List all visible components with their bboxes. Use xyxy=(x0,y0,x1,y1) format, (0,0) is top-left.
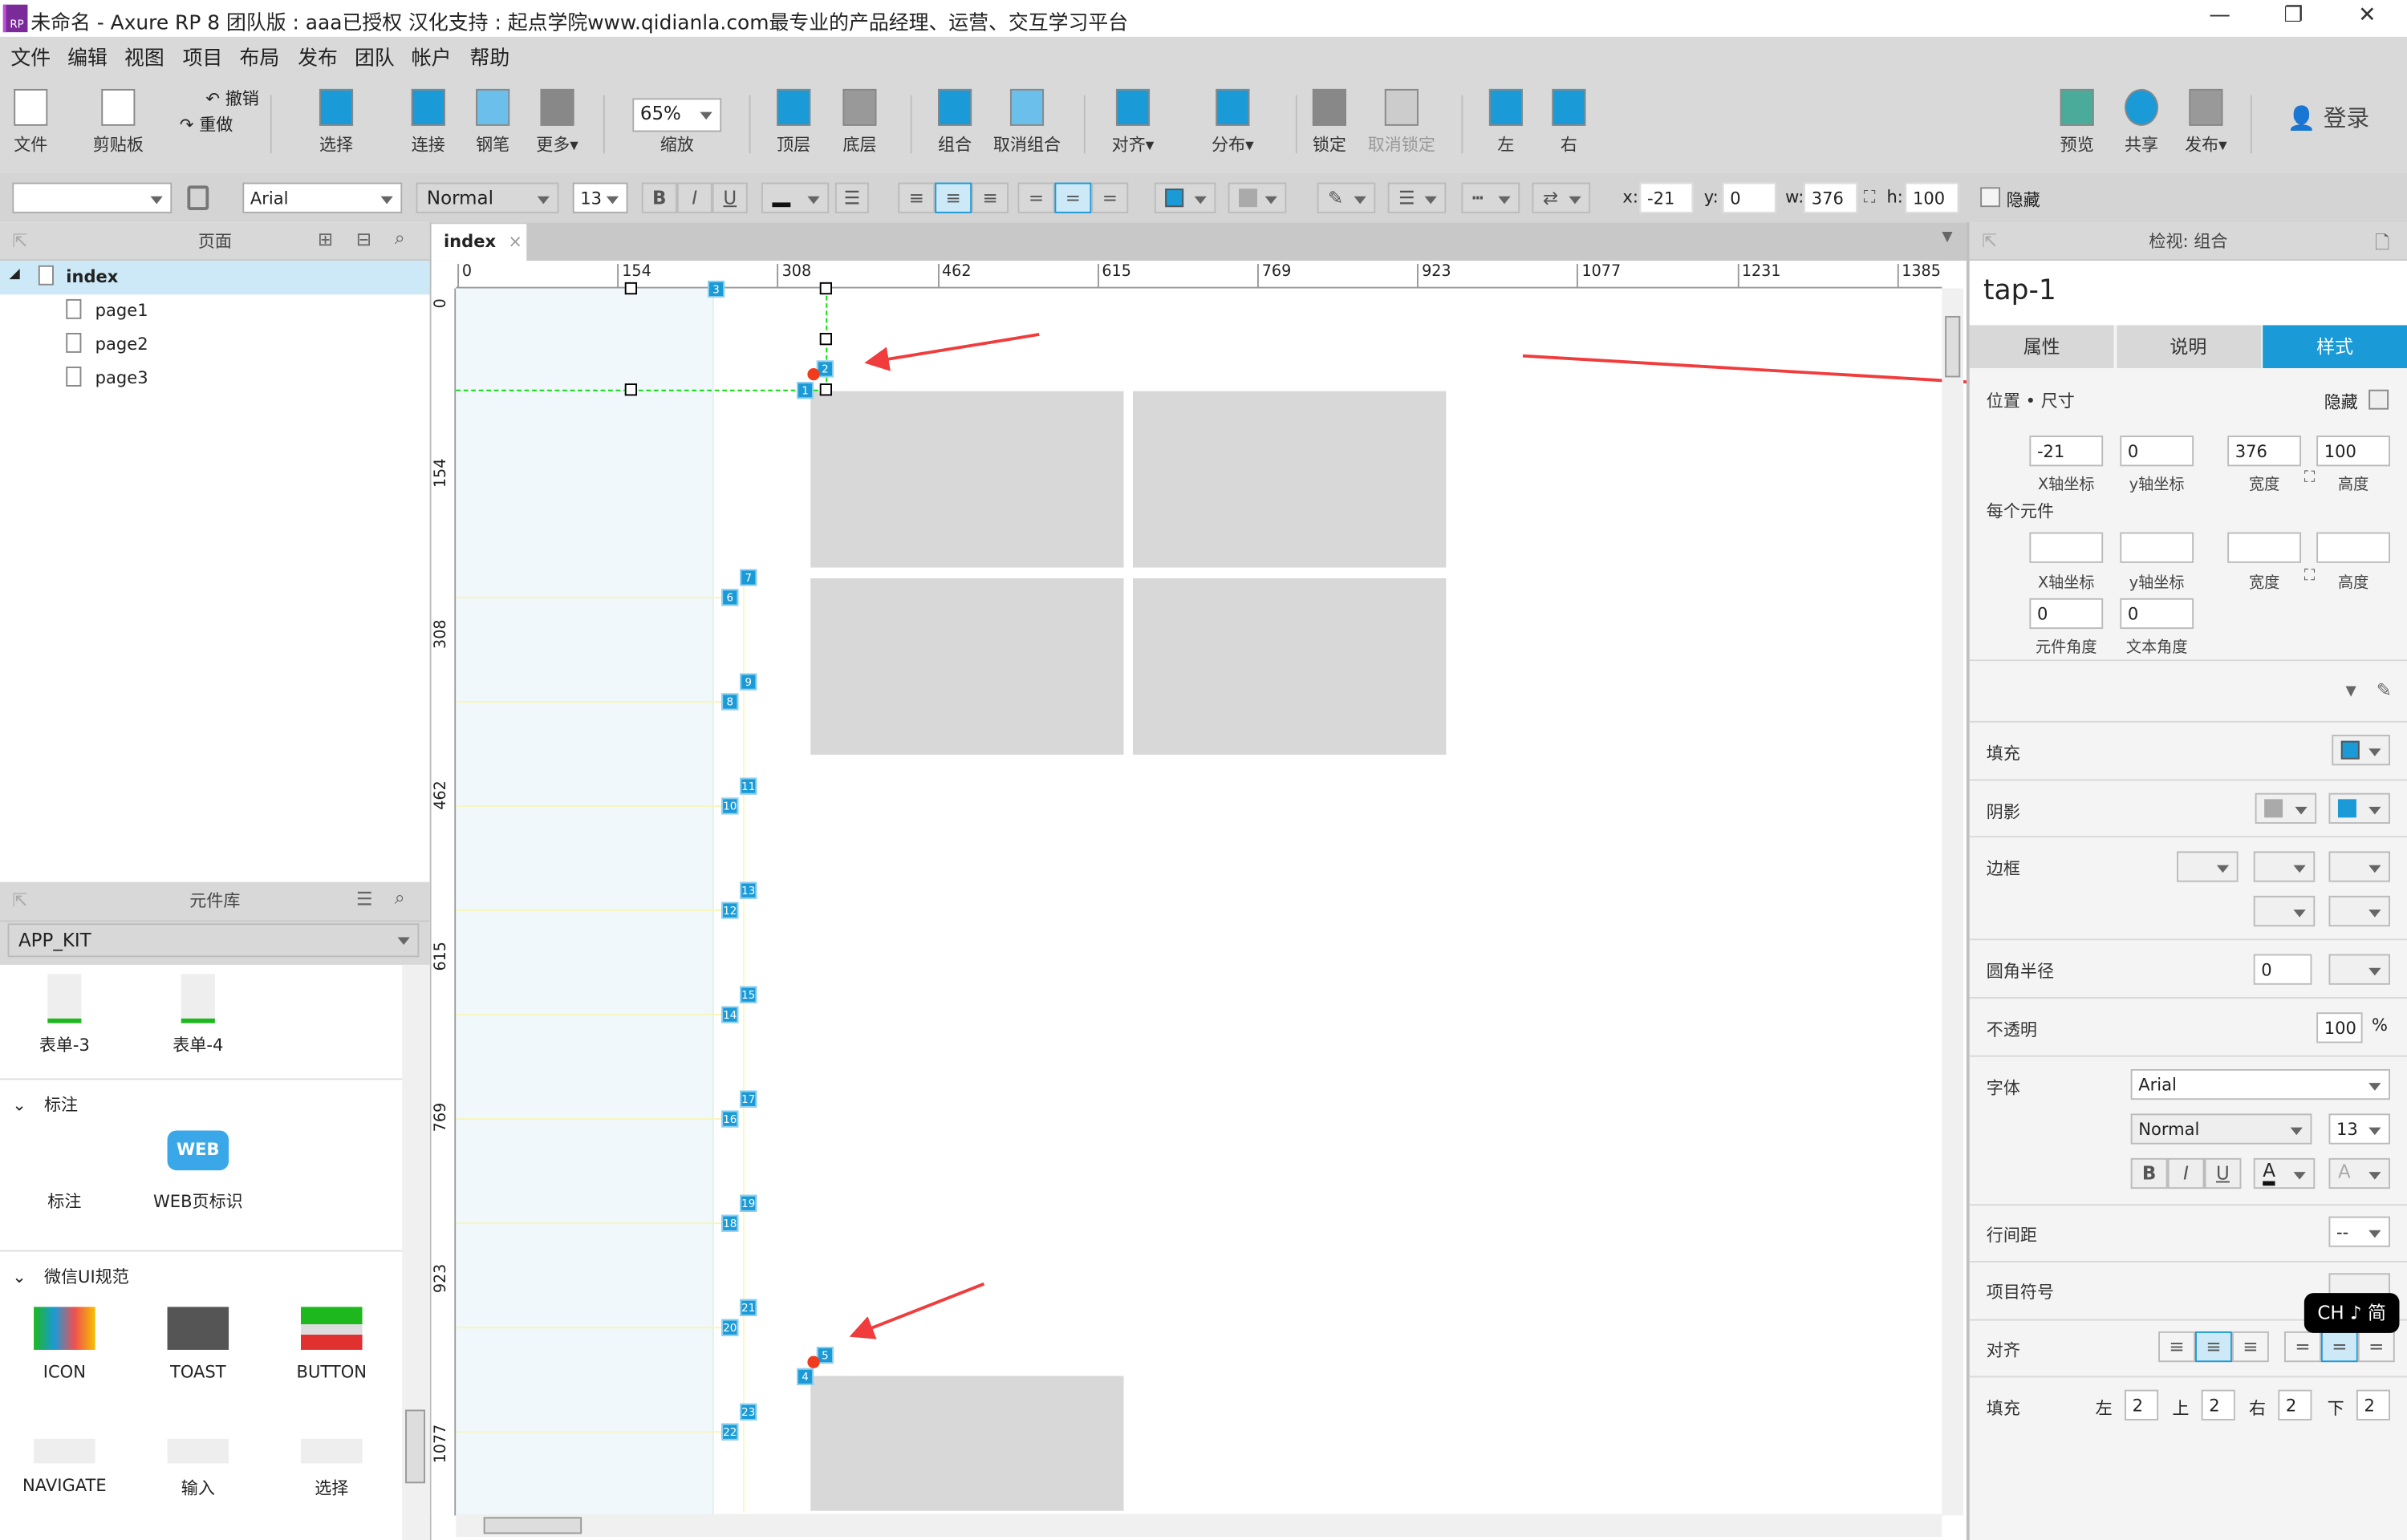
scrollbar-thumb[interactable] xyxy=(483,1517,582,1534)
height-label: 高度 xyxy=(2337,575,2369,593)
font-family-select[interactable]: Arial xyxy=(2130,1068,2391,1100)
bullets-label: 项目符号 xyxy=(1986,1282,2054,1303)
fill-color-swatch xyxy=(2340,740,2360,760)
aspect-lock-icon[interactable]: ⛶ xyxy=(2304,469,2315,486)
tab-1[interactable]: 说明 xyxy=(2116,325,2261,368)
width-input[interactable]: 376 xyxy=(2227,436,2302,467)
text-rotation-label: 文本角度 xyxy=(2125,639,2188,657)
font-label: 字体 xyxy=(1986,1078,2020,1099)
text-shadow-icon: A xyxy=(2337,1161,2351,1183)
border-visibility-button[interactable] xyxy=(2253,895,2316,927)
pad_top-label: 上 xyxy=(2172,1399,2190,1419)
text-align-button[interactable]: ≡ xyxy=(2158,1331,2196,1363)
y-input[interactable]: 0 xyxy=(2120,436,2194,467)
hidden-label: 隐藏 xyxy=(2324,392,2358,413)
width-label: 宽度 xyxy=(2248,575,2280,593)
ime-indicator[interactable]: CH ♪ 简 xyxy=(2303,1293,2400,1333)
per-widget-input[interactable] xyxy=(2227,532,2302,563)
inspector-panel: 检视: 组合 ⇱ 🗋 tap-1 属性 说明 样式位置 • 尺寸 隐藏 -21 0 376 1… xyxy=(1969,222,2407,1540)
underline-button[interactable]: U xyxy=(2204,1157,2242,1189)
y-label: y轴坐标 xyxy=(2129,476,2185,494)
pad_bottom-label: 下 xyxy=(2327,1399,2344,1419)
pad-top-input[interactable]: 2 xyxy=(2201,1389,2235,1420)
percent-label: % xyxy=(2372,1015,2389,1035)
y-label: y轴坐标 xyxy=(2129,575,2185,593)
line-style-button[interactable] xyxy=(2328,851,2391,882)
text-rotation-input[interactable]: 0 xyxy=(2120,598,2194,630)
pad-left-input[interactable]: 2 xyxy=(2125,1389,2159,1420)
horizontal-scrollbar[interactable] xyxy=(456,1514,1942,1538)
inspector-title: 检视: 组合 xyxy=(2149,231,2228,252)
line-color-button[interactable] xyxy=(2253,851,2316,882)
scrollbar-thumb[interactable] xyxy=(1945,315,1961,378)
radius-label: 圆角半径 xyxy=(1986,962,2054,982)
vertical-scrollbar[interactable] xyxy=(1942,288,1964,1516)
fill-color-button[interactable] xyxy=(2332,735,2391,766)
tab-0[interactable]: 属性 xyxy=(1969,325,2114,368)
inner-shadow-button[interactable] xyxy=(2328,792,2391,824)
line-weight-button[interactable] xyxy=(2177,851,2239,882)
red-arrow xyxy=(864,333,1040,371)
tab-2[interactable]: 样式 xyxy=(2263,325,2407,368)
inspector-header: 检视: 组合 xyxy=(1969,222,2407,261)
text-align-button[interactable]: ≡ xyxy=(2195,1331,2232,1363)
collapse-icon[interactable]: ⇱ xyxy=(1982,230,1997,252)
per-widget-input[interactable] xyxy=(2029,532,2104,563)
height-label: 高度 xyxy=(2337,476,2369,494)
font-color-icon: A xyxy=(2263,1161,2275,1186)
red-arrow xyxy=(849,1282,985,1339)
vertical-align-button[interactable]: = xyxy=(2283,1331,2321,1363)
opacity-label: 不透明 xyxy=(1986,1019,2037,1040)
shadow-label: 阴影 xyxy=(1986,802,2020,823)
chevron-down-icon[interactable]: ▼ xyxy=(2346,684,2356,699)
arrow-style-button[interactable] xyxy=(2328,895,2391,927)
rotation-input[interactable]: 0 xyxy=(2029,598,2104,630)
rotation-label: 元件角度 xyxy=(2036,639,2097,657)
notes-page-icon[interactable]: 🗋 xyxy=(2375,229,2389,261)
pad_right-label: 右 xyxy=(2248,1399,2267,1419)
pad-right-input[interactable]: 2 xyxy=(2278,1389,2312,1420)
vertical-align-button[interactable]: = xyxy=(2357,1331,2395,1363)
corner-style-button[interactable] xyxy=(2328,954,2391,985)
shadow-icon xyxy=(2264,799,2283,818)
line-spacing-select[interactable]: -- xyxy=(2328,1216,2391,1247)
per-widget-input[interactable] xyxy=(2120,532,2194,563)
height-input[interactable]: 100 xyxy=(2316,436,2391,467)
align-label: 对齐 xyxy=(1986,1340,2020,1361)
text-align-button[interactable]: ≡ xyxy=(2231,1331,2269,1363)
font-size-select[interactable]: 13 xyxy=(2328,1113,2391,1145)
font-color-button[interactable]: A xyxy=(2253,1157,2316,1189)
pad_left-label: 左 xyxy=(2095,1399,2113,1419)
shadow-icon xyxy=(2337,799,2356,818)
style-edit-icon[interactable]: ✎ xyxy=(2377,679,2392,701)
per-widget-label: 每个元件 xyxy=(1986,501,2054,522)
opacity-input[interactable]: 100 xyxy=(2316,1012,2363,1044)
radius-input[interactable]: 0 xyxy=(2253,954,2312,985)
widget-name-input[interactable]: tap-1 xyxy=(1969,261,2407,326)
x-label: X轴坐标 xyxy=(2038,476,2095,494)
fill-label: 填充 xyxy=(1986,744,2020,764)
padding-label: 填充 xyxy=(1986,1399,2020,1419)
vertical-align-button[interactable]: = xyxy=(2320,1331,2358,1363)
hidden-checkbox[interactable] xyxy=(2368,389,2389,410)
font-weight-select[interactable]: Normal xyxy=(2130,1113,2312,1145)
outer-shadow-button[interactable] xyxy=(2255,792,2317,824)
border-label: 边框 xyxy=(1986,858,2020,879)
aspect-lock-icon[interactable]: ⛶ xyxy=(2304,568,2315,585)
x-input[interactable]: -21 xyxy=(2029,436,2104,467)
position-size-label: 位置 • 尺寸 xyxy=(1986,391,2075,411)
per-widget-input[interactable] xyxy=(2316,532,2391,563)
pad-bottom-input[interactable]: 2 xyxy=(2356,1389,2391,1420)
width-label: 宽度 xyxy=(2248,476,2280,494)
x-label: X轴坐标 xyxy=(2038,575,2095,593)
bold-button[interactable]: B xyxy=(2130,1157,2168,1189)
italic-button[interactable]: I xyxy=(2167,1157,2205,1189)
line-spacing-label: 行间距 xyxy=(1986,1226,2037,1246)
text-shadow-button[interactable]: A xyxy=(2328,1157,2391,1189)
